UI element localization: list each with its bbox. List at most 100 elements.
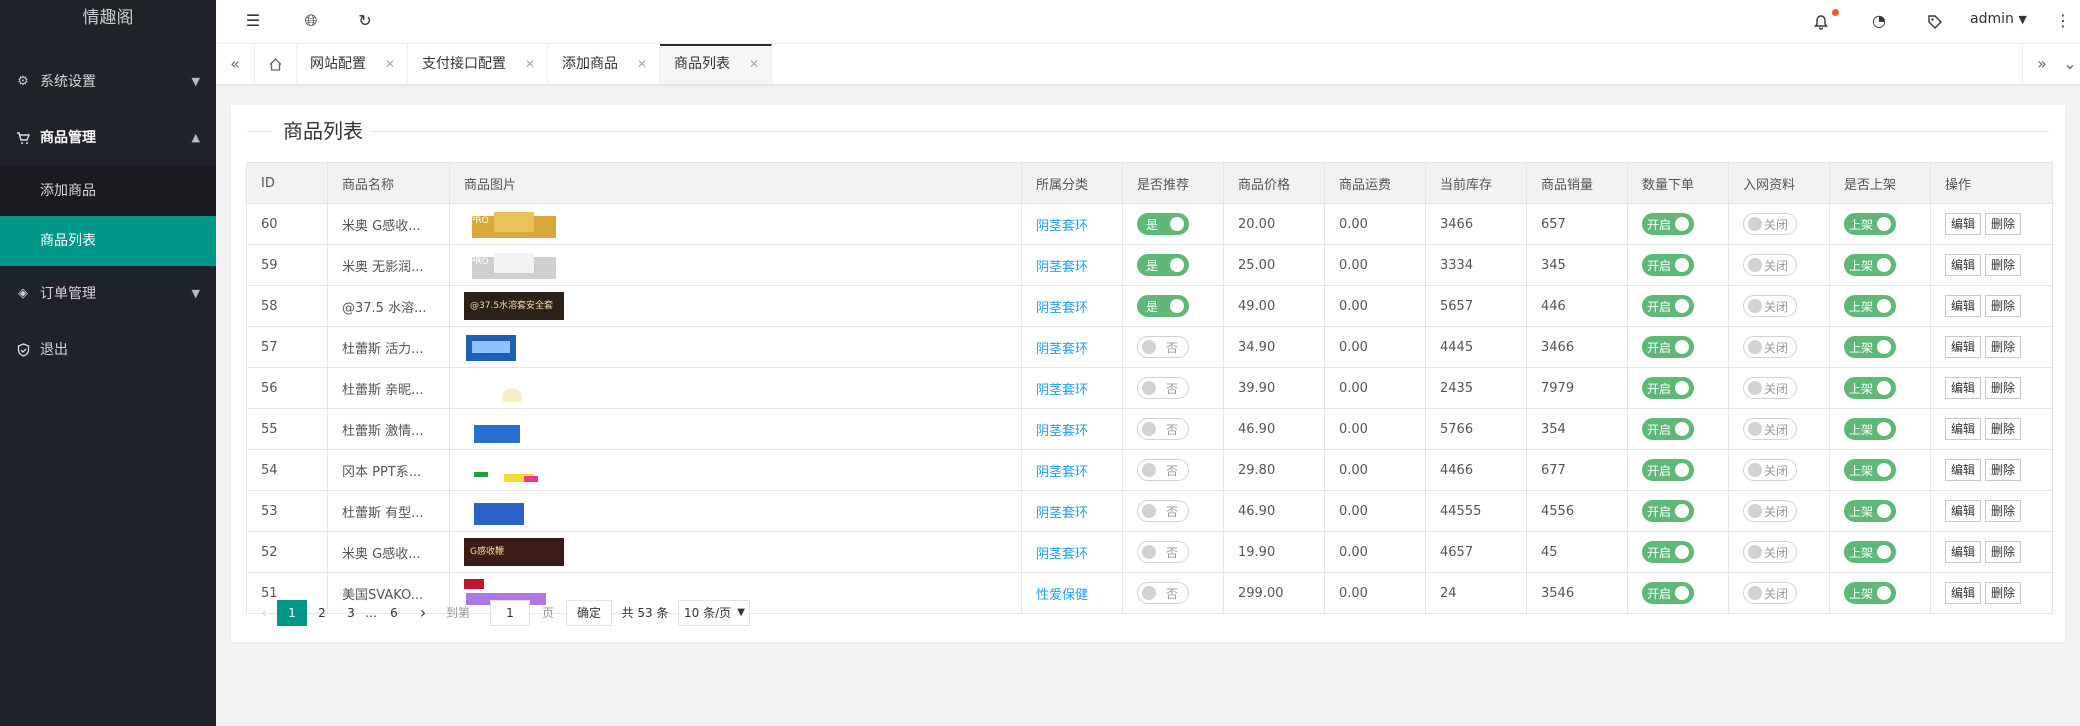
menu-fold-icon[interactable]: ☰	[240, 8, 266, 34]
listed-switch[interactable]: 上架	[1844, 336, 1896, 358]
qty-order-switch[interactable]: 开启	[1642, 213, 1694, 235]
edit-button[interactable]: 编辑	[1945, 541, 1982, 563]
listed-switch[interactable]: 上架	[1844, 254, 1896, 276]
recommend-switch[interactable]: 否	[1137, 459, 1189, 481]
sidebar-item-system-settings[interactable]: ⚙ 系统设置 ▼	[0, 54, 216, 110]
category-link[interactable]: 阴茎套环	[1036, 219, 1088, 234]
delete-button[interactable]: 删除	[1985, 295, 2022, 317]
tab-product-list[interactable]: 商品列表 ✕	[660, 44, 772, 84]
net-info-switch[interactable]: 关闭	[1743, 582, 1797, 604]
category-link[interactable]: 阴茎套环	[1036, 301, 1088, 316]
recommend-switch[interactable]: 否	[1137, 377, 1189, 399]
recommend-switch[interactable]: 是	[1137, 295, 1189, 317]
listed-switch[interactable]: 上架	[1844, 582, 1896, 604]
page-1[interactable]: 1	[277, 600, 307, 626]
recommend-switch[interactable]: 是	[1137, 213, 1189, 235]
home-icon[interactable]	[254, 44, 297, 84]
qty-order-switch[interactable]: 开启	[1642, 459, 1694, 481]
user-menu[interactable]: admin ▼	[1970, 0, 2027, 38]
listed-switch[interactable]: 上架	[1844, 295, 1896, 317]
close-icon[interactable]: ✕	[525, 44, 535, 84]
net-info-switch[interactable]: 关闭	[1743, 541, 1797, 563]
next-page-icon[interactable]: ›	[413, 600, 433, 626]
edit-button[interactable]: 编辑	[1945, 336, 1982, 358]
category-link[interactable]: 阴茎套环	[1036, 506, 1088, 521]
edit-button[interactable]: 编辑	[1945, 213, 1982, 235]
listed-switch[interactable]: 上架	[1844, 213, 1896, 235]
page-2[interactable]: 2	[308, 600, 336, 626]
close-icon[interactable]: ✕	[749, 46, 759, 82]
net-info-switch[interactable]: 关闭	[1743, 295, 1797, 317]
edit-button[interactable]: 编辑	[1945, 295, 1982, 317]
recommend-switch[interactable]: 否	[1137, 582, 1189, 604]
tag-icon[interactable]	[1922, 8, 1948, 34]
category-link[interactable]: 阴茎套环	[1036, 424, 1088, 439]
listed-switch[interactable]: 上架	[1844, 418, 1896, 440]
qty-order-switch[interactable]: 开启	[1642, 582, 1694, 604]
theme-palette-icon[interactable]: ◔	[1866, 8, 1892, 34]
sidebar-subitem-product-list[interactable]: 商品列表	[0, 216, 216, 266]
qty-order-switch[interactable]: 开启	[1642, 500, 1694, 522]
tab-payment-config[interactable]: 支付接口配置 ✕	[408, 44, 548, 84]
delete-button[interactable]: 删除	[1985, 336, 2022, 358]
tab-website-config[interactable]: 网站配置 ✕	[296, 44, 408, 84]
category-link[interactable]: 性爱保健	[1036, 588, 1088, 603]
tabs-scroll-left-icon[interactable]: «	[216, 44, 255, 84]
qty-order-switch[interactable]: 开启	[1642, 377, 1694, 399]
net-info-switch[interactable]: 关闭	[1743, 500, 1797, 522]
delete-button[interactable]: 删除	[1985, 377, 2022, 399]
delete-button[interactable]: 删除	[1985, 254, 2022, 276]
sidebar-item-product-management[interactable]: 商品管理 ▲	[0, 110, 216, 166]
edit-button[interactable]: 编辑	[1945, 500, 1982, 522]
category-link[interactable]: 阴茎套环	[1036, 342, 1088, 357]
category-link[interactable]: 阴茎套环	[1036, 260, 1088, 275]
delete-button[interactable]: 删除	[1985, 213, 2022, 235]
edit-button[interactable]: 编辑	[1945, 254, 1982, 276]
listed-switch[interactable]: 上架	[1844, 459, 1896, 481]
delete-button[interactable]: 删除	[1985, 541, 2022, 563]
qty-order-switch[interactable]: 开启	[1642, 541, 1694, 563]
edit-button[interactable]: 编辑	[1945, 459, 1982, 481]
goto-page-input[interactable]: 1	[490, 600, 530, 626]
refresh-icon[interactable]: ↻	[352, 8, 378, 34]
delete-button[interactable]: 删除	[1985, 459, 2022, 481]
tabs-dropdown-icon[interactable]: ⌄	[2060, 44, 2080, 84]
tabs-scroll-right-icon[interactable]: »	[2022, 44, 2061, 84]
goto-confirm-button[interactable]: 确定	[566, 600, 612, 626]
tab-add-product[interactable]: 添加商品 ✕	[548, 44, 660, 84]
recommend-switch[interactable]: 否	[1137, 500, 1189, 522]
close-icon[interactable]: ✕	[385, 44, 395, 84]
listed-switch[interactable]: 上架	[1844, 541, 1896, 563]
net-info-switch[interactable]: 关闭	[1743, 254, 1797, 276]
net-info-switch[interactable]: 关闭	[1743, 377, 1797, 399]
delete-button[interactable]: 删除	[1985, 582, 2022, 604]
category-link[interactable]: 阴茎套环	[1036, 383, 1088, 398]
more-vertical-icon[interactable]: ⋮	[2050, 8, 2076, 34]
page-size-select[interactable]: 10 条/页 ▼	[678, 600, 750, 626]
qty-order-switch[interactable]: 开启	[1642, 418, 1694, 440]
edit-button[interactable]: 编辑	[1945, 377, 1982, 399]
net-info-switch[interactable]: 关闭	[1743, 336, 1797, 358]
qty-order-switch[interactable]: 开启	[1642, 295, 1694, 317]
recommend-switch[interactable]: 否	[1137, 541, 1189, 563]
recommend-switch[interactable]: 是	[1137, 254, 1189, 276]
edit-button[interactable]: 编辑	[1945, 418, 1982, 440]
page-6[interactable]: 6	[380, 600, 408, 626]
page-3[interactable]: 3	[337, 600, 365, 626]
delete-button[interactable]: 删除	[1985, 500, 2022, 522]
sidebar-item-order-management[interactable]: ◈ 订单管理 ▼	[0, 266, 216, 322]
net-info-switch[interactable]: 关闭	[1743, 459, 1797, 481]
delete-button[interactable]: 删除	[1985, 418, 2022, 440]
globe-icon[interactable]: 🌐︎	[298, 8, 324, 34]
listed-switch[interactable]: 上架	[1844, 500, 1896, 522]
recommend-switch[interactable]: 否	[1137, 418, 1189, 440]
prev-page-icon[interactable]: ‹	[254, 600, 274, 626]
net-info-switch[interactable]: 关闭	[1743, 418, 1797, 440]
sidebar-item-logout[interactable]: 退出	[0, 322, 216, 378]
edit-button[interactable]: 编辑	[1945, 582, 1982, 604]
qty-order-switch[interactable]: 开启	[1642, 254, 1694, 276]
close-icon[interactable]: ✕	[637, 44, 647, 84]
bell-icon[interactable]	[1808, 8, 1834, 34]
net-info-switch[interactable]: 关闭	[1743, 213, 1797, 235]
recommend-switch[interactable]: 否	[1137, 336, 1189, 358]
